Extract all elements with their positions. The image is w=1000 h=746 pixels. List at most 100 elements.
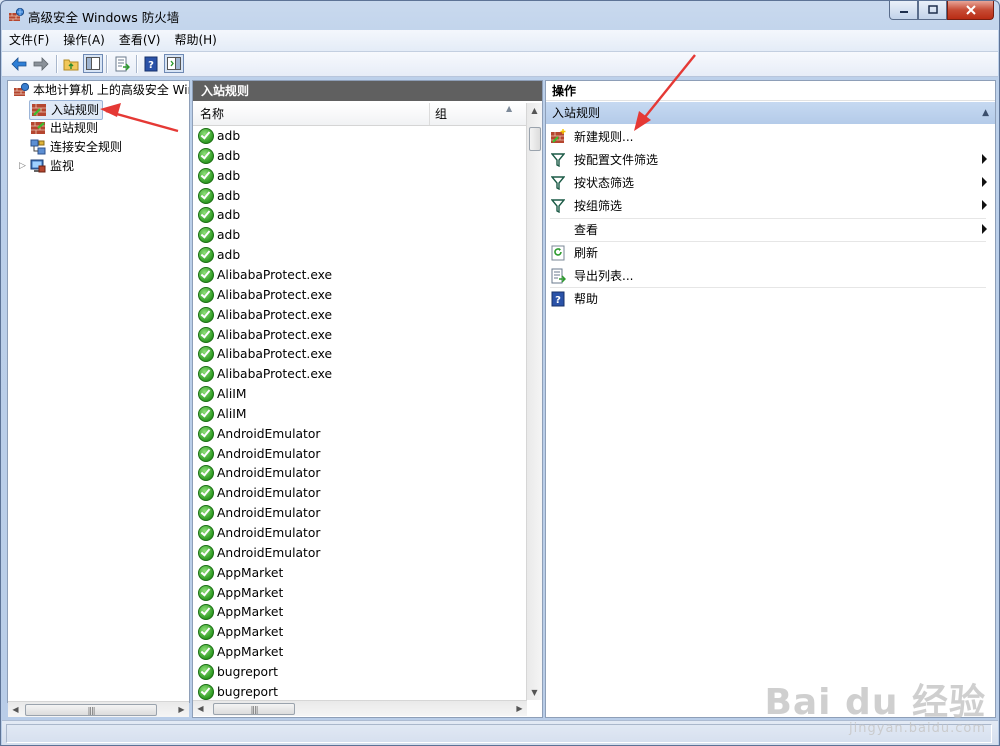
- table-row[interactable]: AndroidEmulator: [198, 444, 320, 464]
- collapse-up-icon[interactable]: ▲: [982, 102, 989, 124]
- menu-file[interactable]: 文件(F): [2, 30, 56, 51]
- rule-name: AliIM: [217, 406, 247, 421]
- firewall-root-icon: [14, 82, 29, 96]
- scroll-thumb[interactable]: ||||: [213, 703, 295, 715]
- connection-security-icon: [30, 139, 46, 155]
- table-row[interactable]: AlibabaProtect.exe: [198, 305, 332, 325]
- table-row[interactable]: AliIM: [198, 384, 246, 404]
- table-row[interactable]: AndroidEmulator: [198, 523, 320, 543]
- enabled-rule-check-icon: [198, 326, 214, 343]
- table-row[interactable]: adb: [198, 225, 240, 245]
- menu-view[interactable]: 查看(V): [112, 30, 168, 51]
- expand-arrow-icon[interactable]: ▷: [19, 161, 26, 171]
- rules-list-pane: 入站规则 名称 组 ▲ adb adb adb adb adb adb adb Alibaba…: [192, 80, 543, 718]
- table-row[interactable]: bugreport: [198, 682, 278, 702]
- table-row[interactable]: AndroidEmulator: [198, 424, 320, 444]
- table-row[interactable]: adb: [198, 166, 240, 186]
- table-row[interactable]: AlibabaProtect.exe: [198, 265, 332, 285]
- enabled-rule-check-icon: [198, 425, 214, 442]
- enabled-rule-check-icon: [198, 584, 214, 601]
- maximize-button[interactable]: [918, 1, 947, 20]
- forward-arrow-icon: [33, 57, 49, 71]
- tree-item-outbound-rules[interactable]: 出站规则: [30, 119, 98, 137]
- table-row[interactable]: AppMarket: [198, 583, 283, 603]
- scroll-thumb[interactable]: [529, 127, 541, 151]
- submenu-arrow-icon: [982, 154, 987, 164]
- table-row[interactable]: AlibabaProtect.exe: [198, 325, 332, 345]
- table-row[interactable]: AppMarket: [198, 622, 283, 642]
- tree-horizontal-scrollbar[interactable]: ◀ |||| ▶: [8, 701, 189, 717]
- list-vertical-scrollbar[interactable]: ▲ ▼: [526, 103, 542, 700]
- table-row[interactable]: AndroidEmulator: [198, 463, 320, 483]
- tree-item-inbound-rules[interactable]: 入站规则: [29, 100, 104, 120]
- action-filter-by-group[interactable]: 按组筛选: [550, 194, 989, 217]
- table-row[interactable]: adb: [198, 245, 240, 265]
- action-filter-by-state[interactable]: 按状态筛选: [550, 171, 989, 194]
- table-row[interactable]: AndroidEmulator: [198, 483, 320, 503]
- menu-help[interactable]: 帮助(H): [167, 30, 223, 51]
- firewall-window: 高级安全 Windows 防火墙 文件(F) 操作(A) 查看(V) 帮助(H): [0, 0, 1000, 746]
- show-hide-console-tree-button[interactable]: [83, 54, 103, 73]
- table-row[interactable]: adb: [198, 186, 240, 206]
- table-row[interactable]: adb: [198, 126, 240, 146]
- close-button[interactable]: [947, 1, 994, 20]
- filter-icon: [550, 152, 566, 168]
- table-row[interactable]: AndroidEmulator: [198, 503, 320, 523]
- enabled-rule-check-icon: [198, 167, 214, 184]
- scroll-right-icon[interactable]: ▶: [512, 701, 527, 716]
- blank-icon: [550, 222, 566, 238]
- column-header-group[interactable]: 组: [435, 103, 447, 125]
- enabled-rule-check-icon: [198, 207, 214, 224]
- scroll-left-icon[interactable]: ◀: [8, 702, 23, 717]
- table-row[interactable]: AlibabaProtect.exe: [198, 285, 332, 305]
- enabled-rule-check-icon: [198, 465, 214, 482]
- table-row[interactable]: adb: [198, 146, 240, 166]
- action-label: 新建规则...: [574, 130, 634, 144]
- column-divider[interactable]: [429, 103, 430, 125]
- action-refresh[interactable]: 刷新: [550, 241, 989, 264]
- rule-name: AppMarket: [217, 585, 284, 600]
- scroll-right-icon[interactable]: ▶: [174, 702, 189, 717]
- scroll-left-icon[interactable]: ◀: [193, 701, 208, 716]
- title-bar[interactable]: 高级安全 Windows 防火墙: [1, 1, 999, 29]
- actions-section-inbound-rules[interactable]: 入站规则 ▲: [546, 102, 995, 124]
- table-row[interactable]: AlibabaProtect.exe: [198, 344, 332, 364]
- submenu-arrow-icon: [982, 200, 987, 210]
- action-new-rule[interactable]: 新建规则...: [550, 125, 989, 148]
- up-folder-button[interactable]: [62, 55, 80, 73]
- table-row[interactable]: adb: [198, 205, 240, 225]
- back-button[interactable]: [10, 55, 28, 73]
- submenu-arrow-icon: [982, 177, 987, 187]
- help-button[interactable]: ?: [142, 55, 160, 73]
- table-row[interactable]: AlibabaProtect.exe: [198, 364, 332, 384]
- tree-item-label: 连接安全规则: [50, 140, 123, 154]
- scroll-down-icon[interactable]: ▼: [527, 685, 542, 700]
- enabled-rule-check-icon: [198, 544, 214, 561]
- tree-item-connection-security-rules[interactable]: 连接安全规则: [30, 138, 122, 156]
- rule-name: AndroidEmulator: [217, 426, 321, 441]
- table-row[interactable]: bugreport: [198, 662, 278, 682]
- action-help[interactable]: ? 帮助: [550, 287, 989, 310]
- forward-button[interactable]: [32, 55, 50, 73]
- scroll-thumb[interactable]: ||||: [25, 704, 157, 716]
- export-list-button[interactable]: [113, 55, 131, 73]
- show-hide-action-pane-button[interactable]: [164, 54, 184, 73]
- table-row[interactable]: AliIM: [198, 404, 246, 424]
- action-view[interactable]: 查看: [550, 218, 989, 241]
- minimize-button[interactable]: [889, 1, 918, 20]
- table-row[interactable]: AppMarket: [198, 563, 283, 583]
- table-row[interactable]: AndroidEmulator: [198, 543, 320, 563]
- tree-item-monitoring[interactable]: 监视: [30, 157, 74, 175]
- table-row[interactable]: AppMarket: [198, 642, 283, 662]
- enabled-rule-check-icon: [198, 683, 214, 700]
- action-export-list[interactable]: 导出列表...: [550, 264, 989, 287]
- caption-buttons: [889, 1, 994, 20]
- table-row[interactable]: AppMarket: [198, 602, 283, 622]
- menu-action[interactable]: 操作(A): [56, 30, 112, 51]
- column-header-name[interactable]: 名称: [200, 103, 224, 125]
- list-horizontal-scrollbar[interactable]: ◀ |||| ▶: [193, 700, 527, 716]
- folder-up-icon: [63, 59, 79, 71]
- tree-root[interactable]: 本地计算机 上的高级安全 Windows 防火墙: [13, 81, 189, 99]
- scroll-up-icon[interactable]: ▲: [527, 103, 542, 118]
- action-filter-by-profile[interactable]: 按配置文件筛选: [550, 148, 989, 171]
